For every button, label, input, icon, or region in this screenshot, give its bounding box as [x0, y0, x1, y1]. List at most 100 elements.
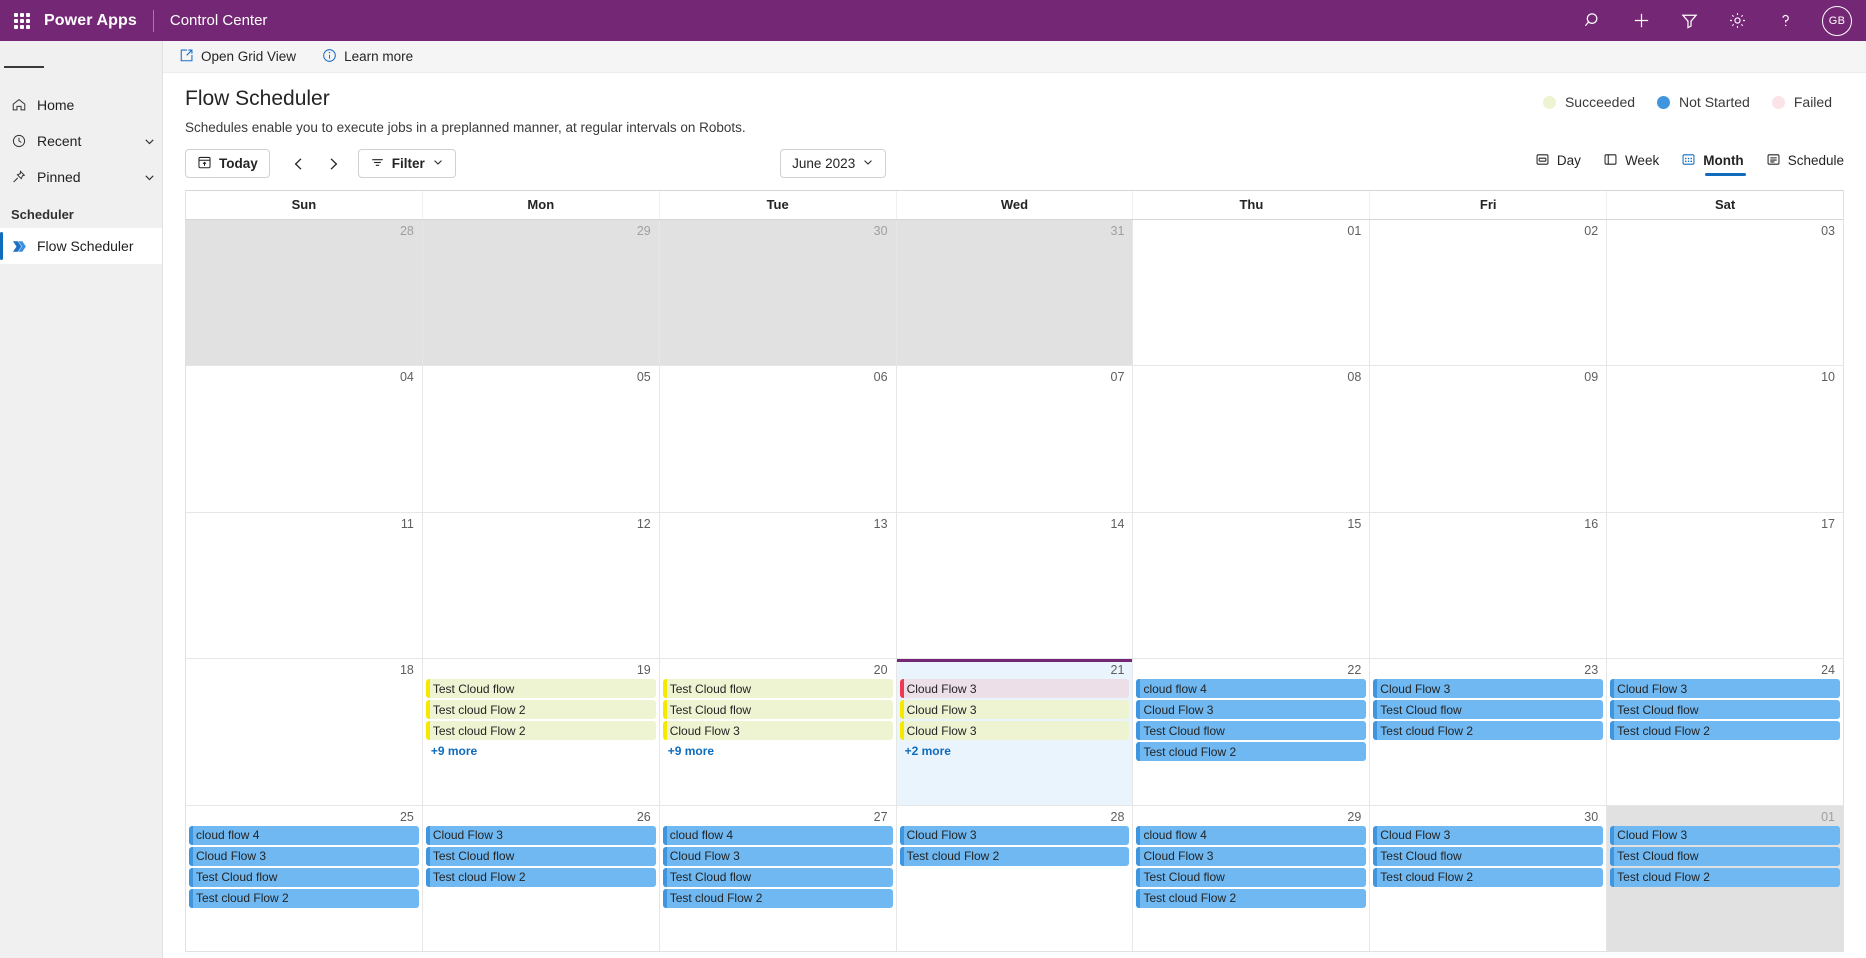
calendar-day-cell[interactable]: 05 — [422, 366, 660, 512]
calendar-event[interactable]: Test cloud Flow 2 — [425, 867, 656, 887]
calendar-event[interactable]: Test cloud Flow 2 — [1136, 742, 1367, 762]
calendar-day-cell[interactable]: 31 — [896, 220, 1134, 366]
calendar-event[interactable]: Test cloud Flow 2 — [1136, 888, 1367, 908]
calendar-event[interactable]: Test Cloud flow — [662, 700, 893, 720]
calendar-event[interactable]: Test Cloud flow — [425, 679, 656, 699]
calendar-event[interactable]: Test Cloud flow — [1610, 700, 1841, 720]
month-picker-button[interactable]: June 2023 — [780, 149, 887, 178]
calendar-day-cell[interactable]: 28 — [186, 220, 423, 366]
calendar-day-cell[interactable]: 18 — [186, 659, 423, 805]
calendar-day-cell[interactable]: 30 Cloud Flow 3 Test Cloud flow Test cloud … — [1370, 805, 1608, 952]
view-tab-month[interactable]: Month — [1681, 152, 1747, 176]
calendar-event[interactable]: Cloud Flow 3 — [899, 721, 1130, 741]
view-tab-schedule[interactable]: Schedule — [1766, 152, 1844, 176]
calendar-event[interactable]: Test Cloud flow — [1136, 867, 1367, 887]
calendar-day-cell[interactable]: 27 cloud flow 4 Cloud Flow 3 Test Cloud flo… — [659, 805, 897, 952]
chevron-down-icon[interactable] — [136, 135, 162, 148]
calendar-event[interactable]: Test Cloud flow — [1610, 846, 1841, 866]
today-button[interactable]: Today — [185, 149, 270, 178]
calendar-event[interactable]: Cloud Flow 3 — [1610, 679, 1841, 699]
calendar-day-cell[interactable]: 21 Cloud Flow 3 Cloud Flow 3 Cloud Flow 3 +2… — [896, 659, 1134, 805]
calendar-day-cell[interactable]: 29 cloud flow 4 Cloud Flow 3 Test Cloud flo… — [1133, 805, 1371, 952]
sidebar-item-home[interactable]: Home — [0, 87, 162, 123]
calendar-day-cell[interactable]: 24 Cloud Flow 3 Test Cloud flow Test cloud … — [1607, 659, 1844, 805]
calendar-event[interactable]: cloud flow 4 — [662, 825, 893, 845]
calendar-event[interactable]: cloud flow 4 — [189, 825, 419, 845]
calendar-day-cell[interactable]: 12 — [422, 512, 660, 659]
calendar-event[interactable]: Cloud Flow 3 — [1373, 679, 1604, 699]
show-more-events-link[interactable]: +2 more — [899, 742, 1131, 758]
calendar-day-cell[interactable]: 25 cloud flow 4 Cloud Flow 3 Test Cloud flo… — [186, 805, 423, 952]
calendar-event[interactable]: Cloud Flow 3 — [1136, 700, 1367, 720]
calendar-event[interactable]: Test cloud Flow 2 — [1610, 721, 1841, 741]
calendar-day-cell[interactable]: 13 — [659, 512, 897, 659]
calendar-event[interactable]: Cloud Flow 3 — [662, 846, 893, 866]
calendar-event[interactable]: Cloud Flow 3 — [899, 825, 1130, 845]
search-icon[interactable] — [1578, 6, 1608, 36]
calendar-event[interactable]: cloud flow 4 — [1136, 825, 1367, 845]
filter-icon[interactable] — [1674, 6, 1704, 36]
sidebar-item-recent[interactable]: Recent — [0, 123, 162, 159]
calendar-event[interactable]: Test Cloud flow — [189, 867, 419, 887]
calendar-event[interactable]: Test cloud Flow 2 — [1373, 867, 1604, 887]
calendar-day-cell[interactable]: 14 — [896, 512, 1134, 659]
calendar-event[interactable]: Test Cloud flow — [662, 867, 893, 887]
calendar-day-cell[interactable]: 16 — [1370, 512, 1608, 659]
open-grid-view-button[interactable]: Open Grid View — [175, 46, 300, 68]
calendar-day-cell[interactable]: 11 — [186, 512, 423, 659]
next-month-button[interactable] — [318, 149, 348, 178]
calendar-day-cell[interactable]: 20 Test Cloud flow Test Cloud flow Cloud Fl… — [659, 659, 897, 805]
calendar-day-cell[interactable]: 15 — [1133, 512, 1371, 659]
show-more-events-link[interactable]: +9 more — [425, 742, 657, 758]
calendar-day-cell[interactable]: 23 Cloud Flow 3 Test Cloud flow Test cloud … — [1370, 659, 1608, 805]
filter-button[interactable]: Filter — [357, 149, 456, 178]
previous-month-button[interactable] — [284, 149, 314, 178]
calendar-event[interactable]: Test cloud Flow 2 — [662, 888, 893, 908]
calendar-event[interactable]: cloud flow 4 — [1136, 679, 1367, 699]
calendar-day-cell[interactable]: 19 Test Cloud flow Test cloud Flow 2 Test c… — [422, 659, 660, 805]
app-launcher-icon[interactable] — [0, 0, 44, 41]
calendar-event[interactable]: Test Cloud flow — [1373, 846, 1604, 866]
menu-icon[interactable] — [4, 47, 44, 87]
calendar-event[interactable]: Test Cloud flow — [1136, 721, 1367, 741]
calendar-day-cell[interactable]: 10 — [1607, 366, 1844, 512]
calendar-event[interactable]: Cloud Flow 3 — [1136, 846, 1367, 866]
calendar-day-cell[interactable]: 07 — [896, 366, 1134, 512]
calendar-event[interactable]: Test Cloud flow — [662, 679, 893, 699]
calendar-day-cell[interactable]: 26 Cloud Flow 3 Test Cloud flow Test cloud … — [422, 805, 660, 952]
calendar-event[interactable]: Cloud Flow 3 — [899, 679, 1130, 699]
sidebar-item-pinned[interactable]: Pinned — [0, 159, 162, 195]
calendar-event[interactable]: Test cloud Flow 2 — [425, 721, 656, 741]
calendar-day-cell[interactable]: 02 — [1370, 220, 1608, 366]
calendar-day-cell[interactable]: 03 — [1607, 220, 1844, 366]
calendar-event[interactable]: Cloud Flow 3 — [899, 700, 1130, 720]
calendar-event[interactable]: Cloud Flow 3 — [1373, 825, 1604, 845]
avatar[interactable]: GB — [1822, 5, 1852, 36]
calendar-day-cell[interactable]: 09 — [1370, 366, 1608, 512]
view-tab-week[interactable]: Week — [1603, 152, 1659, 176]
calendar-day-cell[interactable]: 01 — [1133, 220, 1371, 366]
calendar-event[interactable]: Cloud Flow 3 — [189, 846, 419, 866]
calendar-event[interactable]: Test cloud Flow 2 — [425, 700, 656, 720]
calendar-event[interactable]: Test Cloud flow — [425, 846, 656, 866]
calendar-event[interactable]: Test cloud Flow 2 — [189, 888, 419, 908]
calendar-day-cell[interactable]: 29 — [422, 220, 660, 366]
help-icon[interactable] — [1770, 6, 1800, 36]
calendar-day-cell[interactable]: 04 — [186, 366, 423, 512]
view-tab-day[interactable]: Day — [1535, 152, 1581, 176]
calendar-event[interactable]: Cloud Flow 3 — [662, 721, 893, 741]
calendar-day-cell[interactable]: 17 — [1607, 512, 1844, 659]
show-more-events-link[interactable]: +9 more — [662, 742, 894, 758]
sidebar-item-flow-scheduler[interactable]: Flow Scheduler — [0, 228, 162, 264]
calendar-event[interactable]: Test cloud Flow 2 — [899, 846, 1130, 866]
chevron-down-icon[interactable] — [136, 171, 162, 184]
calendar-event[interactable]: Cloud Flow 3 — [425, 825, 656, 845]
calendar-event[interactable]: Test cloud Flow 2 — [1373, 721, 1604, 741]
calendar-day-cell[interactable]: 22 cloud flow 4 Cloud Flow 3 Test Cloud flo… — [1133, 659, 1371, 805]
calendar-event[interactable]: Cloud Flow 3 — [1610, 825, 1841, 845]
learn-more-button[interactable]: Learn more — [318, 46, 417, 68]
gear-icon[interactable] — [1722, 6, 1752, 36]
calendar-day-cell[interactable]: 30 — [659, 220, 897, 366]
calendar-day-cell[interactable]: 08 — [1133, 366, 1371, 512]
calendar-day-cell[interactable]: 01 Cloud Flow 3 Test Cloud flow Test cloud … — [1607, 805, 1844, 952]
